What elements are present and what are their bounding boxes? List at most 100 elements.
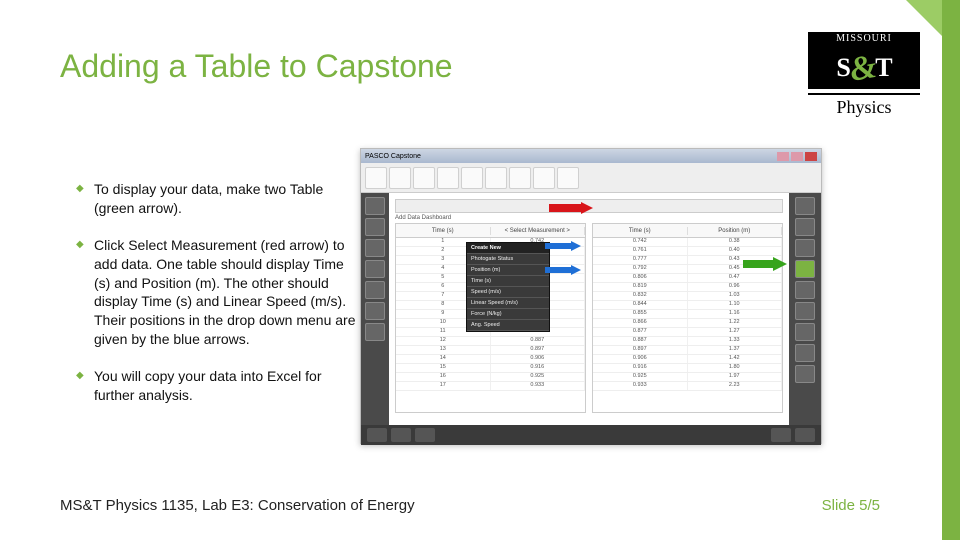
dropdown-item[interactable]: Photogate Status [467, 254, 549, 265]
column-header[interactable]: Time (s) [396, 227, 491, 235]
table-row: 0.8190.96 [593, 283, 782, 292]
table-cell: 0.40 [688, 247, 783, 255]
tool-icon[interactable] [365, 218, 385, 236]
table-cell: 0.877 [593, 328, 688, 336]
university-logo: MISSOURI S&T Physics [808, 32, 920, 118]
tool-icon[interactable] [365, 281, 385, 299]
measurement-dropdown[interactable]: Create New Photogate Status Position (m)… [466, 242, 550, 332]
table-cell: 0.887 [491, 337, 586, 345]
dropdown-item[interactable]: Position (m) [467, 265, 549, 276]
logo-top-text: MISSOURI [808, 32, 920, 45]
bullet-item: To display your data, make two Table (gr… [76, 180, 356, 218]
toolbar-button[interactable] [557, 167, 579, 189]
tool-icon[interactable] [795, 302, 815, 320]
window-title: PASCO Capstone [365, 153, 421, 160]
tool-icon[interactable] [795, 281, 815, 299]
tool-icon[interactable] [795, 239, 815, 257]
toolbar-button[interactable] [485, 167, 507, 189]
table-cell: 0.906 [491, 355, 586, 363]
table-cell: 1.80 [688, 364, 783, 372]
table-cell: 17 [396, 382, 491, 390]
toolbar-button[interactable] [509, 167, 531, 189]
tool-icon[interactable] [365, 239, 385, 257]
select-measurement-header[interactable]: < Select Measurement > [491, 227, 586, 235]
blue-arrow-icon [545, 241, 581, 251]
logo-department: Physics [808, 97, 920, 118]
table-row: 0.8971.37 [593, 346, 782, 355]
record-button[interactable] [367, 428, 387, 442]
toolbar-button[interactable] [365, 167, 387, 189]
table-cell: 16 [396, 373, 491, 381]
toolbar-button[interactable] [461, 167, 483, 189]
toolbar-button[interactable] [437, 167, 459, 189]
capstone-screenshot: PASCO Capstone [360, 148, 822, 444]
tool-icon[interactable] [365, 197, 385, 215]
dropdown-item[interactable]: Time (s) [467, 276, 549, 287]
footer-button[interactable] [771, 428, 791, 442]
maximize-icon[interactable] [791, 152, 803, 161]
table-row: 0.7420.38 [593, 238, 782, 247]
tables-container: Time (s) < Select Measurement > 10.74220… [395, 223, 783, 413]
dropdown-item[interactable]: Force (N/kg) [467, 309, 549, 320]
table-cell: 0.38 [688, 238, 783, 246]
green-arrow-icon [743, 257, 787, 271]
table-cell: 1.42 [688, 355, 783, 363]
table-cell: 15 [396, 364, 491, 372]
table-row: 0.7610.40 [593, 247, 782, 256]
dropdown-item[interactable]: Speed (m/s) [467, 287, 549, 298]
table-cell: 0.925 [491, 373, 586, 381]
toolbar-button[interactable] [389, 167, 411, 189]
toolbar-button[interactable] [533, 167, 555, 189]
table-cell: 0.906 [593, 355, 688, 363]
table-cell: 0.933 [491, 382, 586, 390]
slide: Adding a Table to Capstone MISSOURI S&T … [0, 0, 960, 540]
table-cell: 1.10 [688, 301, 783, 309]
tool-icon[interactable] [795, 365, 815, 383]
slide-number: Slide 5/5 [822, 497, 880, 514]
left-toolbox [361, 193, 389, 425]
toolbar-button[interactable] [413, 167, 435, 189]
table-cell: 14 [396, 355, 491, 363]
table-cell: 2.23 [688, 382, 783, 390]
table-row: 120.887 [396, 337, 585, 346]
table-row: 170.933 [396, 382, 585, 391]
table-cell: 0.916 [491, 364, 586, 372]
table-cell: 1.16 [688, 310, 783, 318]
minimize-icon[interactable] [777, 152, 789, 161]
tool-icon[interactable] [795, 218, 815, 236]
table-cell: 1.27 [688, 328, 783, 336]
footer-button[interactable] [415, 428, 435, 442]
footer-button[interactable] [391, 428, 411, 442]
dropdown-item[interactable]: Linear Speed (m/s) [467, 298, 549, 309]
tool-icon[interactable] [795, 323, 815, 341]
tool-icon[interactable] [365, 302, 385, 320]
column-header[interactable]: Time (s) [593, 227, 688, 235]
dropdown-item[interactable]: Ang. Speed [467, 320, 549, 331]
table-cell: 0.933 [593, 382, 688, 390]
footer-button[interactable] [795, 428, 815, 442]
table-cell: 13 [396, 346, 491, 354]
table-header: Time (s) Position (m) [593, 224, 782, 238]
table-cell: 0.96 [688, 283, 783, 291]
logo-letter-t: T [875, 53, 891, 82]
table-cell: 0.819 [593, 283, 688, 291]
slide-title: Adding a Table to Capstone [60, 48, 453, 85]
column-header[interactable]: Position (m) [688, 227, 783, 235]
table-cell: 12 [396, 337, 491, 345]
tool-icon[interactable] [365, 323, 385, 341]
tool-icon[interactable] [795, 344, 815, 362]
table-row: 0.8060.47 [593, 274, 782, 283]
dropdown-header: Create New [467, 243, 549, 254]
footer-text: MS&T Physics 1135, Lab E3: Conservation … [60, 497, 415, 514]
table-row: 160.925 [396, 373, 585, 382]
table-cell: 1.22 [688, 319, 783, 327]
table-cell: 0.47 [688, 274, 783, 282]
table-tool-icon[interactable] [795, 260, 815, 278]
app-toolbar [361, 163, 821, 193]
tool-icon[interactable] [795, 197, 815, 215]
red-arrow-icon [549, 202, 593, 214]
close-icon[interactable] [805, 152, 817, 161]
table-header: Time (s) < Select Measurement > [396, 224, 585, 238]
tool-icon[interactable] [365, 260, 385, 278]
table-cell: 0.844 [593, 301, 688, 309]
